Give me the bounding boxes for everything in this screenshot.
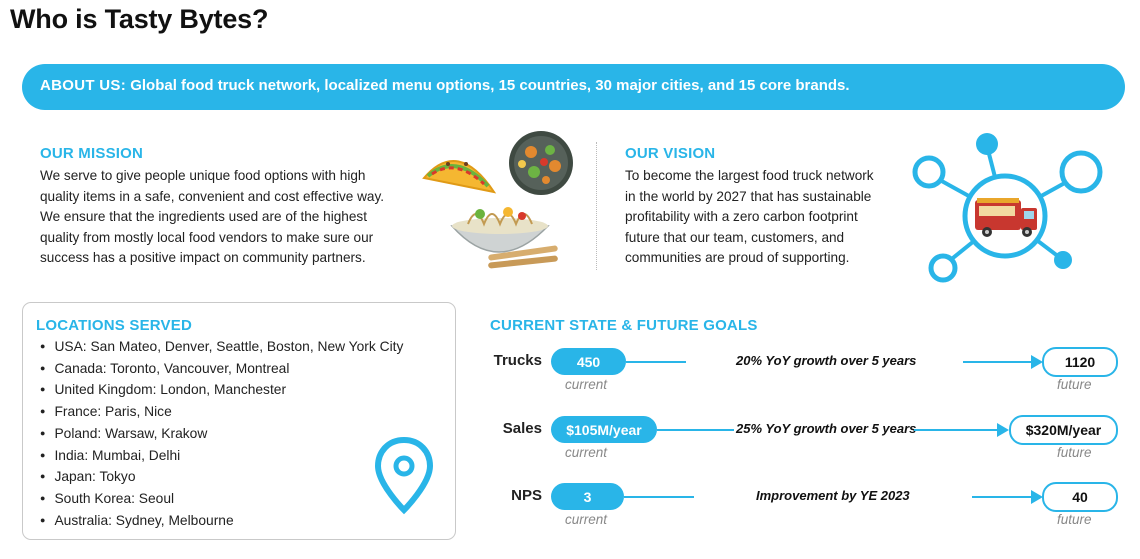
vision-line: To become the largest food truck network xyxy=(625,168,874,183)
future-label: future xyxy=(1057,445,1092,460)
locations-list: USA: San Mateo, Denver, Seattle, Boston,… xyxy=(40,337,403,532)
trucks-growth-text: 20% YoY growth over 5 years xyxy=(736,353,917,368)
list-item: Australia: Sydney, Melbourne xyxy=(40,511,403,533)
section-divider xyxy=(596,142,597,270)
sales-current-pill: $105M/year xyxy=(551,416,657,443)
future-label: future xyxy=(1057,377,1092,392)
vision-title: OUR VISION xyxy=(625,145,716,162)
future-label: future xyxy=(1057,512,1092,527)
mission-line: quality items in a safe, convenient and … xyxy=(40,188,385,204)
list-item: Poland: Warsaw, Krakow xyxy=(40,424,403,446)
goals-title: CURRENT STATE & FUTURE GOALS xyxy=(490,317,758,334)
mission-text: We serve to give people unique food opti… xyxy=(40,166,384,269)
connector-line xyxy=(624,496,694,498)
list-item: United Kingdom: London, Manchester xyxy=(40,380,403,402)
connector-line xyxy=(626,361,686,363)
list-item: South Korea: Seoul xyxy=(40,489,403,511)
about-label: ABOUT US: xyxy=(40,77,127,94)
sales-future-pill: $320M/year xyxy=(1009,415,1118,445)
mission-line: We serve to give people unique food opti… xyxy=(40,168,366,183)
vision-line: communities are proud of supporting. xyxy=(625,250,850,265)
connector-line xyxy=(914,429,1000,431)
nps-growth-text: Improvement by YE 2023 xyxy=(756,488,910,503)
mission-line: quality from mostly local food vendors t… xyxy=(40,229,374,245)
vision-line: profitability with a zero carbon footpri… xyxy=(625,209,858,224)
food-illustration-icon xyxy=(422,131,573,269)
list-item: India: Mumbai, Delhi xyxy=(40,446,403,468)
list-item: Japan: Tokyo xyxy=(40,467,403,489)
list-item: France: Paris, Nice xyxy=(40,402,403,424)
vision-text: To become the largest food truck network… xyxy=(625,166,874,269)
mission-line: success has a positive impact on communi… xyxy=(40,250,366,265)
vision-line: future that our team, customers, and xyxy=(625,229,845,245)
nps-future-pill: 40 xyxy=(1042,482,1118,512)
locations-title: LOCATIONS SERVED xyxy=(36,317,192,334)
connector-line xyxy=(963,361,1035,363)
current-label: current xyxy=(565,377,608,392)
page-title: Who is Tasty Bytes? xyxy=(10,4,269,34)
mission-line: We ensure that the ingredients used are … xyxy=(40,209,367,224)
arrow-head-icon xyxy=(997,423,1009,437)
goal-row-label-trucks: Trucks xyxy=(493,352,542,369)
trucks-current-pill: 450 xyxy=(551,348,626,375)
about-description: Global food truck network, localized men… xyxy=(130,77,850,94)
current-label: current xyxy=(565,445,608,460)
list-item: USA: San Mateo, Denver, Seattle, Boston,… xyxy=(40,337,403,359)
about-text: ABOUT US: Global food truck network, loc… xyxy=(40,77,850,94)
goal-row-label-sales: Sales xyxy=(502,420,542,437)
food-truck-network-icon xyxy=(912,133,1103,283)
connector-line xyxy=(972,496,1034,498)
mission-title: OUR MISSION xyxy=(40,145,144,162)
map-pin-icon xyxy=(374,436,434,515)
trucks-future-pill: 1120 xyxy=(1042,347,1118,377)
connector-line xyxy=(657,429,734,431)
list-item: Canada: Toronto, Vancouver, Montreal xyxy=(40,359,403,381)
goal-row-label-nps: NPS xyxy=(511,487,542,504)
sales-growth-text: 25% YoY growth over 5 years xyxy=(736,421,917,436)
nps-current-pill: 3 xyxy=(551,483,624,510)
vision-line: in the world by 2027 that has sustainabl… xyxy=(625,188,872,204)
current-label: current xyxy=(565,512,608,527)
